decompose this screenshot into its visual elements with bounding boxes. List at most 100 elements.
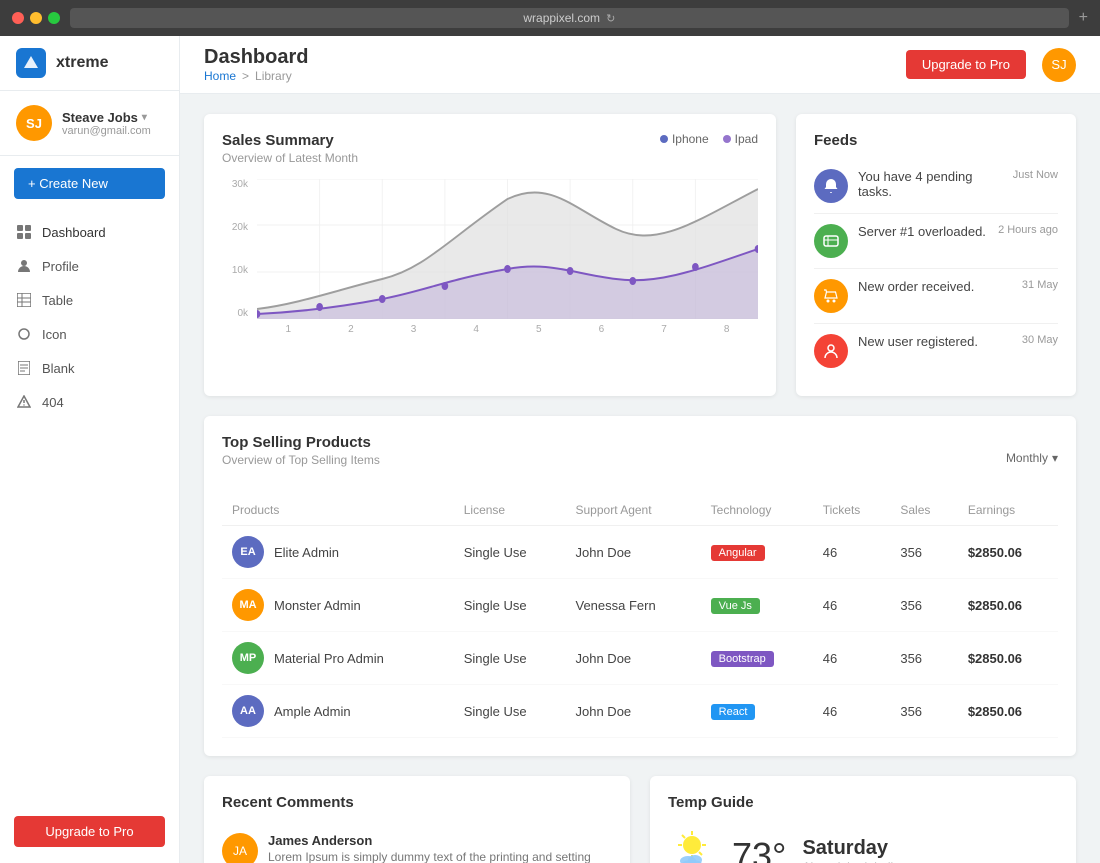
y-label-20k: 20k [232,222,248,233]
nav-label-table: Table [42,293,73,308]
sidebar-header: xtreme [0,36,179,91]
cell-tech-1: Vue Js [701,579,813,632]
sidebar-create: + Create New [14,168,165,199]
cell-agent-2: John Doe [566,632,701,685]
col-tickets: Tickets [813,495,891,526]
sales-summary-card: Sales Summary Overview of Latest Month I… [204,114,776,396]
col-earnings: Earnings [958,495,1058,526]
feed-time-1: 2 Hours ago [998,224,1058,236]
nav-label-blank: Blank [42,361,75,376]
product-avatar-0: EA [232,536,264,568]
feeds-title: Feeds [814,132,1058,149]
comments-list: JA James Anderson Lorem Ipsum is simply … [222,821,612,863]
weather-svg [668,827,716,863]
feed-avatar-3 [814,334,848,368]
top-selling-card: Top Selling Products Overview of Top Sel… [204,416,1076,756]
sidebar-item-404[interactable]: 404 [0,385,179,419]
cell-agent-1: Venessa Fern [566,579,701,632]
y-label-10k: 10k [232,265,248,276]
cell-tech-2: Bootstrap [701,632,813,685]
table-row: MA Monster Admin Single Use Venessa Fern… [222,579,1058,632]
temp-guide-card: Temp Guide [650,776,1076,863]
sidebar-item-dashboard[interactable]: Dashboard [0,215,179,249]
sidebar-item-profile[interactable]: Profile [0,249,179,283]
app-container: xtreme SJ Steave Jobs ▾ varun@gmail.com … [0,36,1100,863]
nav-items: Dashboard Profile Table Icon [0,211,179,804]
comment-name-0: James Anderson [268,833,612,848]
sales-summary-title: Sales Summary [222,132,358,149]
cell-sales-2: 356 [890,632,957,685]
content-area: Sales Summary Overview of Latest Month I… [180,94,1100,863]
create-new-button[interactable]: + Create New [14,168,165,199]
address-bar[interactable]: wrappixel.com ↻ [70,8,1069,28]
col-tech: Technology [701,495,813,526]
legend-label-ipad: Ipad [735,132,758,146]
cell-tickets-1: 46 [813,579,891,632]
product-avatar-1: MA [232,589,264,621]
feed-content-2: New order received. [858,279,1012,294]
sidebar-user: SJ Steave Jobs ▾ varun@gmail.com [0,91,179,156]
feed-item-3: New user registered. 30 May [814,324,1058,378]
tech-badge-1: Vue Js [711,598,760,614]
bottom-grid: Recent Comments JA James Anderson Lorem … [204,776,1076,863]
topbar-upgrade-button[interactable]: Upgrade to Pro [906,50,1026,79]
product-avatar-2: MP [232,642,264,674]
sidebar-item-blank[interactable]: Blank [0,351,179,385]
product-name-3: Ample Admin [274,704,351,719]
cell-tech-3: React [701,685,813,738]
cell-sales-0: 356 [890,526,957,579]
warning-icon [16,394,32,410]
weather-day-name: Saturday [802,837,899,860]
sidebar-item-icon[interactable]: Icon [0,317,179,351]
cell-agent-3: John Doe [566,685,701,738]
breadcrumb-home[interactable]: Home [204,69,236,83]
col-products: Products [222,495,454,526]
cell-earnings-1: $2850.06 [958,579,1058,632]
sidebar: xtreme SJ Steave Jobs ▾ varun@gmail.com … [0,36,180,863]
sidebar-upgrade-button[interactable]: Upgrade to Pro [14,816,165,847]
user-avatar: SJ [16,105,52,141]
sidebar-upgrade: Upgrade to Pro [14,816,165,847]
top-selling-title: Top Selling Products [222,434,380,451]
top-selling-filter[interactable]: Monthly ▾ [1006,451,1058,465]
feed-avatar-2 [814,279,848,313]
feed-item-0: You have 4 pending tasks. Just Now [814,159,1058,214]
topbar: Dashboard Home > Library Upgrade to Pro … [180,36,1100,94]
breadcrumb: Home > Library [204,69,308,83]
close-button[interactable] [12,12,24,24]
feed-text-0: You have 4 pending tasks. [858,169,972,199]
maximize-button[interactable] [48,12,60,24]
chart-container: 30k 20k 10k 0k [222,179,758,339]
feed-content-1: Server #1 overloaded. [858,224,988,239]
sidebar-logo [16,48,46,78]
feed-item-2: New order received. 31 May [814,269,1058,324]
tech-badge-0: Angular [711,545,765,561]
cell-tech-0: Angular [701,526,813,579]
legend-dot-iphone [660,135,668,143]
cell-license-2: Single Use [454,632,566,685]
breadcrumb-separator: > [242,69,249,83]
x-label-4: 4 [473,324,479,335]
cell-earnings-2: $2850.06 [958,632,1058,685]
comment-item-0: JA James Anderson Lorem Ipsum is simply … [222,821,612,863]
weather-temp: 73° [732,835,786,863]
sales-summary-subtitle: Overview of Latest Month [222,151,358,165]
topbar-left: Dashboard Home > Library [204,46,308,83]
new-tab-button[interactable]: + [1079,9,1088,27]
x-label-1: 1 [286,324,292,335]
profile-icon [16,258,32,274]
table-row: AA Ample Admin Single Use John Doe React… [222,685,1058,738]
x-label-8: 8 [724,324,730,335]
y-label-0k: 0k [237,308,248,319]
sidebar-item-table[interactable]: Table [0,283,179,317]
x-label-7: 7 [661,324,667,335]
tech-badge-3: React [711,704,756,720]
refresh-icon[interactable]: ↻ [606,12,615,25]
table-icon [16,292,32,308]
comment-text-0: Lorem Ipsum is simply dummy text of the … [268,850,612,863]
product-name-1: Monster Admin [274,598,361,613]
minimize-button[interactable] [30,12,42,24]
cell-earnings-3: $2850.06 [958,685,1058,738]
comment-body-0: James Anderson Lorem Ipsum is simply dum… [268,833,612,863]
caret-icon: ▾ [142,112,147,123]
